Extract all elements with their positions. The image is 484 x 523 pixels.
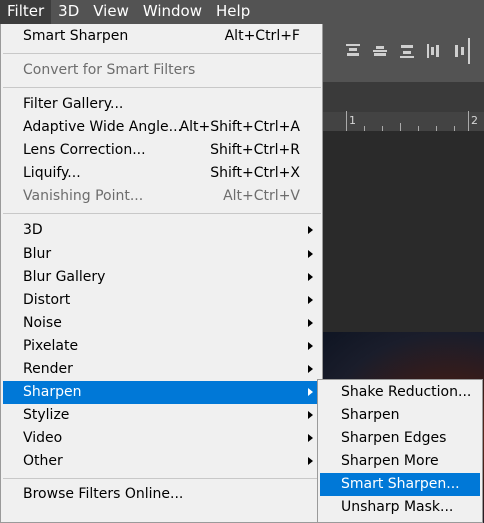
menu-item-video[interactable]: Video <box>3 427 321 450</box>
menu-help[interactable]: Help <box>209 0 257 24</box>
menu-item-label: Stylize <box>23 407 70 423</box>
menu-item-last-filter[interactable]: Smart Sharpen Alt+Ctrl+F <box>3 25 321 48</box>
menu-item-adaptive-wide-angle[interactable]: Adaptive Wide Angle... Alt+Shift+Ctrl+A <box>3 116 321 139</box>
menu-item-label: Filter Gallery... <box>23 96 124 112</box>
menu-item-label: Sharpen <box>23 384 82 400</box>
menu-item-pixelate[interactable]: Pixelate <box>3 335 321 358</box>
menu-item-shortcut: Shift+Ctrl+X <box>210 165 300 181</box>
submenu-item-sharpen-edges[interactable]: Sharpen Edges <box>320 427 480 450</box>
menu-item-convert-smart-filters[interactable]: Convert for Smart Filters <box>3 59 321 82</box>
menu-separator <box>3 53 321 54</box>
align-bottom-edges-icon[interactable] <box>400 44 414 58</box>
align-vertical-centers-icon[interactable] <box>373 44 387 58</box>
menu-item-label: Other <box>23 453 63 469</box>
menu-item-label: Pixelate <box>23 338 79 354</box>
menu-item-blur[interactable]: Blur <box>3 243 321 266</box>
menu-item-label: Smart Sharpen <box>23 28 129 44</box>
menu-item-shortcut: Shift+Ctrl+R <box>210 142 300 158</box>
menu-item-shortcut: Alt+Shift+Ctrl+A <box>179 119 300 135</box>
menu-separator <box>3 478 321 479</box>
ruler-minor-tick <box>436 126 437 131</box>
ruler-label: 2 <box>471 114 478 127</box>
submenu-arrow-icon <box>308 342 313 350</box>
submenu-arrow-icon <box>308 434 313 442</box>
menu-item-browse-filters-online[interactable]: Browse Filters Online... <box>3 483 321 506</box>
menu-item-label: Adaptive Wide Angle... <box>23 119 182 135</box>
submenu-arrow-icon <box>308 365 313 373</box>
ruler-major-tick <box>468 111 469 131</box>
menu-view[interactable]: View <box>86 0 136 24</box>
submenu-item-unsharp-mask[interactable]: Unsharp Mask... <box>320 496 480 519</box>
menu-item-label: Render <box>23 361 73 377</box>
submenu-item-sharpen[interactable]: Sharpen <box>320 404 480 427</box>
menu-separator <box>3 213 321 214</box>
menu-item-label: Browse Filters Online... <box>23 486 184 502</box>
ruler-minor-tick <box>364 126 365 131</box>
align-left-edges-icon[interactable] <box>427 44 441 58</box>
menu-item-label: Noise <box>23 315 62 331</box>
ruler-minor-tick <box>382 126 383 131</box>
ruler-major-tick <box>346 111 347 131</box>
menu-separator <box>3 87 321 88</box>
menu-item-distort[interactable]: Distort <box>3 289 321 312</box>
menu-item-render[interactable]: Render <box>3 358 321 381</box>
menu-item-label: Convert for Smart Filters <box>23 62 196 78</box>
menu-item-label: Liquify... <box>23 165 81 181</box>
distribute-icon[interactable] <box>455 44 469 58</box>
submenu-arrow-icon <box>308 388 313 396</box>
menu-item-filter-gallery[interactable]: Filter Gallery... <box>3 93 321 116</box>
submenu-arrow-icon <box>308 226 313 234</box>
ruler-minor-tick <box>418 126 419 131</box>
submenu-arrow-icon <box>308 296 313 304</box>
menu-filter[interactable]: Filter <box>0 0 52 24</box>
filter-menu: Smart Sharpen Alt+Ctrl+F Convert for Sma… <box>0 24 323 523</box>
menu-item-liquify[interactable]: Liquify... Shift+Ctrl+X <box>3 162 321 185</box>
submenu-arrow-icon <box>308 411 313 419</box>
menu-item-label: Video <box>23 430 63 446</box>
menu-item-blur-gallery[interactable]: Blur Gallery <box>3 266 321 289</box>
menu-item-lens-correction[interactable]: Lens Correction... Shift+Ctrl+R <box>3 139 321 162</box>
submenu-arrow-icon <box>308 273 313 281</box>
submenu-item-sharpen-more[interactable]: Sharpen More <box>320 450 480 473</box>
submenu-arrow-icon <box>308 319 313 327</box>
ruler-minor-tick <box>400 123 401 131</box>
menu-item-label: Vanishing Point... <box>23 188 144 204</box>
menu-item-other[interactable]: Other <box>3 450 321 473</box>
menu-item-shortcut: Alt+Ctrl+F <box>224 28 300 44</box>
menu-item-label: Blur Gallery <box>23 269 106 285</box>
menu-item-shortcut: Alt+Ctrl+V <box>223 188 300 204</box>
menu-item-label: Lens Correction... <box>23 142 146 158</box>
menu-bar: Filter 3D View Window Help <box>0 0 484 24</box>
submenu-item-smart-sharpen[interactable]: Smart Sharpen... <box>320 473 480 496</box>
menu-item-3d[interactable]: 3D <box>3 219 321 242</box>
horizontal-ruler[interactable]: 1 2 <box>320 111 484 132</box>
menu-item-label: Blur <box>23 246 52 262</box>
menu-item-stylize[interactable]: Stylize <box>3 404 321 427</box>
menu-window[interactable]: Window <box>136 0 209 24</box>
submenu-item-shake-reduction[interactable]: Shake Reduction... <box>320 381 480 404</box>
menu-item-vanishing-point[interactable]: Vanishing Point... Alt+Ctrl+V <box>3 185 321 208</box>
menu-item-noise[interactable]: Noise <box>3 312 321 335</box>
menu-item-sharpen[interactable]: Sharpen <box>3 381 321 404</box>
sharpen-submenu: Shake Reduction... Sharpen Sharpen Edges… <box>317 379 483 523</box>
align-top-edges-icon[interactable] <box>346 44 360 58</box>
submenu-arrow-icon <box>308 457 313 465</box>
submenu-arrow-icon <box>308 250 313 258</box>
menu-3d[interactable]: 3D <box>51 0 86 24</box>
document-tab-strip <box>320 82 484 112</box>
menu-item-label: Distort <box>23 292 71 308</box>
ruler-label: 1 <box>349 114 356 127</box>
menu-item-label: 3D <box>23 222 43 238</box>
ruler-minor-tick <box>454 126 455 131</box>
